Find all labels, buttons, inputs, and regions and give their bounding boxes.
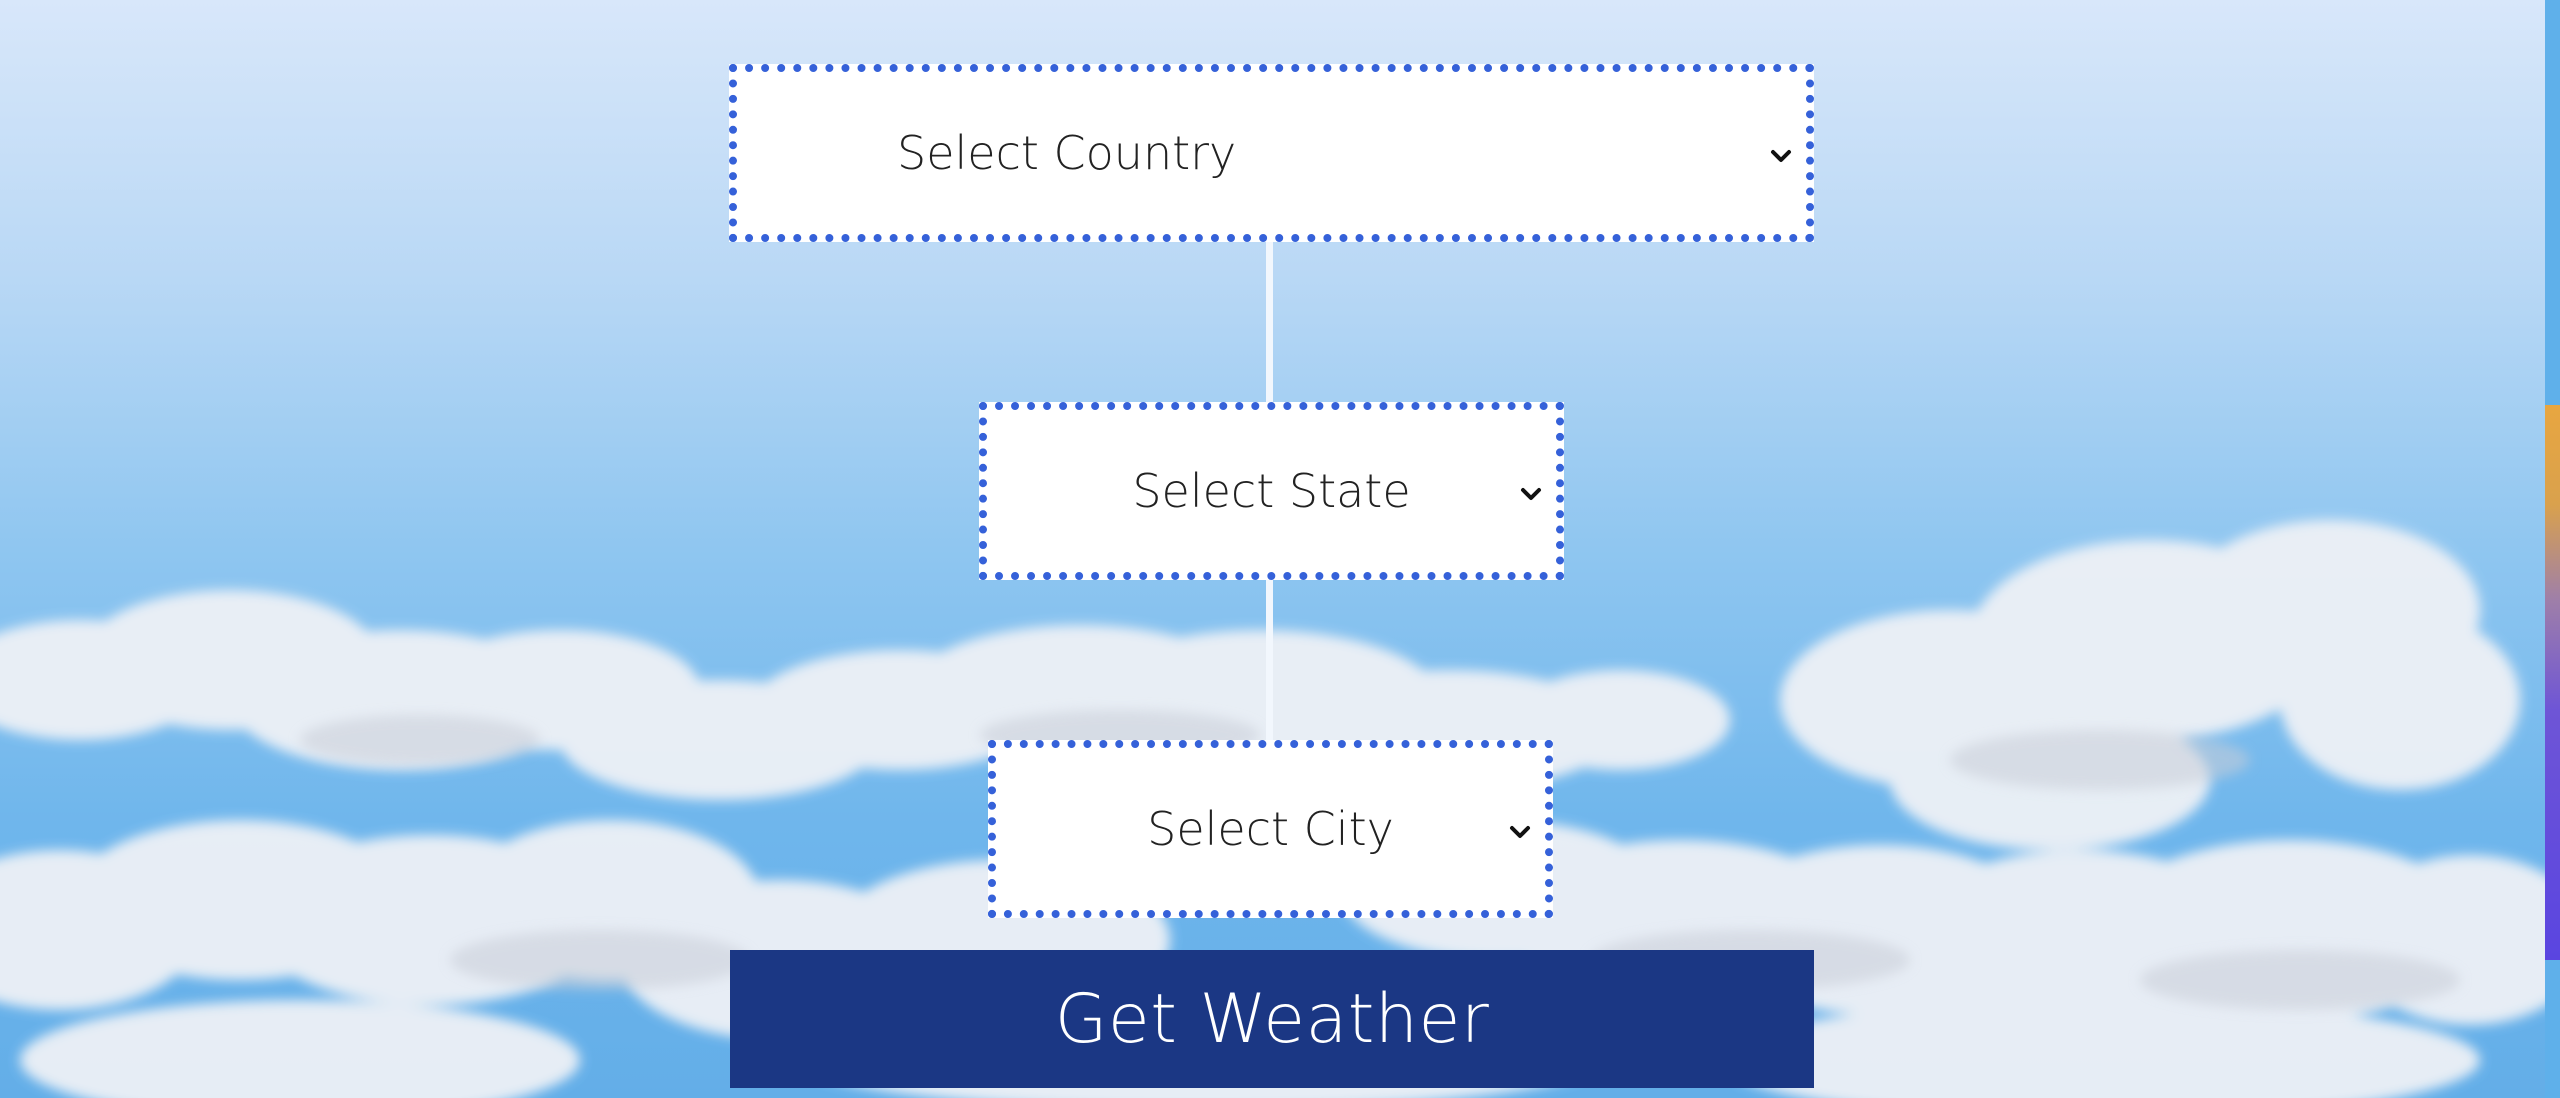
scrollbar-thumb[interactable] bbox=[2545, 405, 2560, 960]
state-select[interactable]: Select State bbox=[979, 402, 1564, 580]
state-select-value: Select State bbox=[1132, 464, 1411, 518]
connector-line bbox=[1266, 578, 1273, 742]
connector-line bbox=[1266, 240, 1273, 404]
country-select[interactable]: Select Country bbox=[729, 64, 1814, 242]
weather-page: Select Country Select State Select City … bbox=[0, 0, 2560, 1098]
chevron-down-icon bbox=[1510, 826, 1530, 838]
city-select[interactable]: Select City bbox=[988, 740, 1553, 918]
get-weather-button[interactable]: Get Weather bbox=[730, 950, 1814, 1088]
chevron-down-icon bbox=[1771, 150, 1791, 162]
country-select-value: Select Country bbox=[897, 126, 1237, 180]
city-select-value: Select City bbox=[1147, 802, 1394, 856]
chevron-down-icon bbox=[1521, 488, 1541, 500]
